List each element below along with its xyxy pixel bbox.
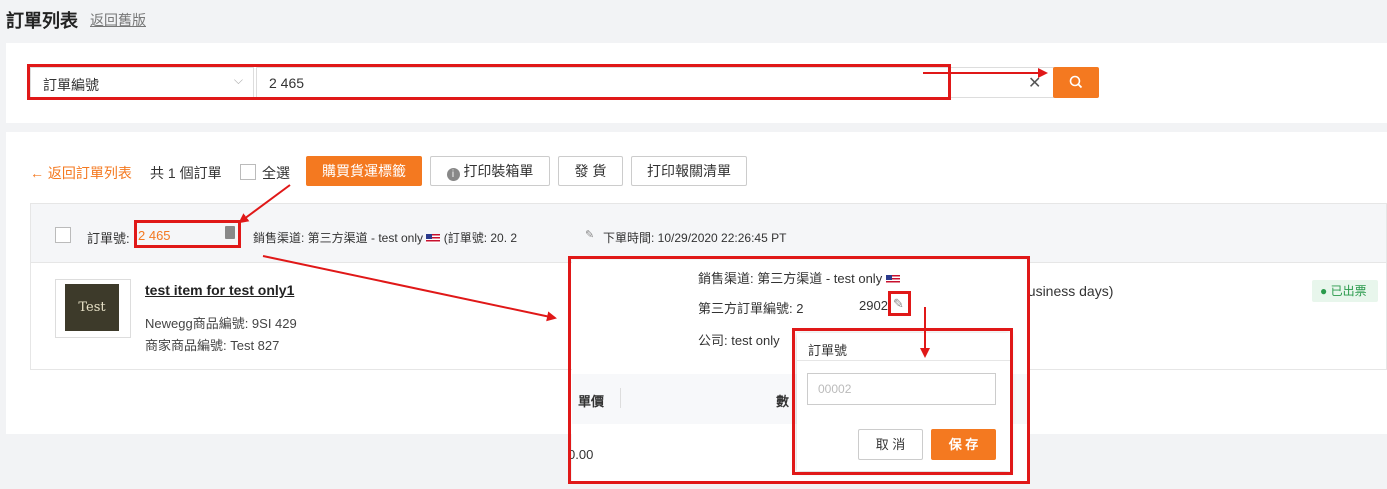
annotation-arrows — [238, 68, 1048, 358]
annotation-arrow-to-detail — [262, 255, 557, 322]
annotation-arrow-to-order-number — [238, 184, 291, 224]
